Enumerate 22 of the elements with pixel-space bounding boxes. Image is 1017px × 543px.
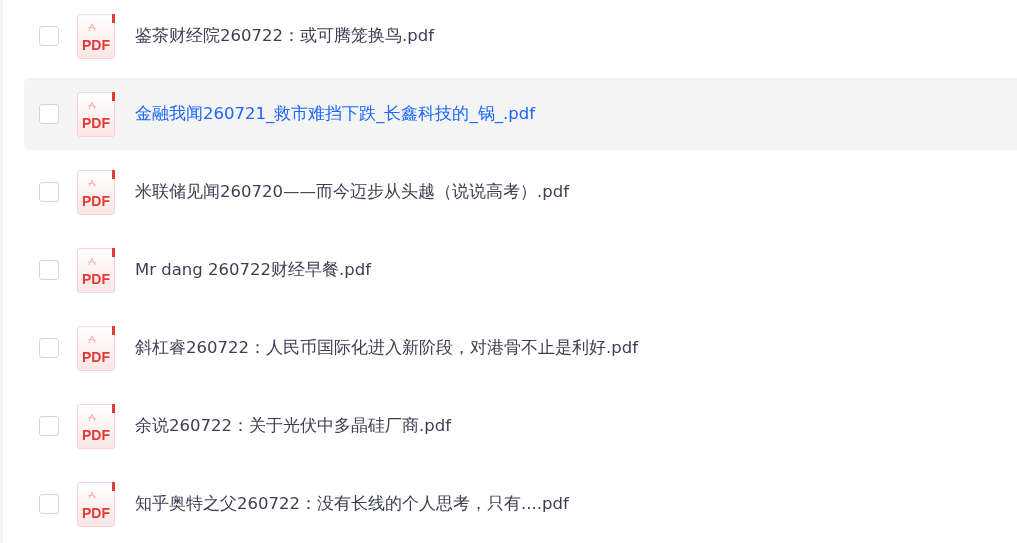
file-name-link[interactable]: 知乎奥特之父260722：没有长线的个人思考，只有....pdf	[135, 493, 569, 515]
pdf-file-icon: PDF	[77, 325, 115, 371]
checkbox[interactable]	[39, 260, 59, 280]
pdf-file-icon: PDF	[77, 247, 115, 293]
checkbox[interactable]	[39, 338, 59, 358]
file-name-link[interactable]: 斜杠睿260722：人民币国际化进入新阶段，对港骨不止是利好.pdf	[135, 337, 638, 359]
file-name-link[interactable]: Mr dang 260722财经早餐.pdf	[135, 259, 371, 281]
pdf-file-icon: PDF	[77, 91, 115, 137]
checkbox[interactable]	[39, 26, 59, 46]
file-name-link[interactable]: 金融我闻260721_救市难挡下跌_长鑫科技的_锅_.pdf	[135, 103, 535, 125]
checkbox[interactable]	[39, 416, 59, 436]
pdf-file-icon: PDF	[77, 169, 115, 215]
checkbox[interactable]	[39, 104, 59, 124]
pdf-file-icon: PDF	[77, 481, 115, 527]
file-row[interactable]: PDF 金融我闻260721_救市难挡下跌_长鑫科技的_锅_.pdf	[24, 78, 1017, 150]
checkbox[interactable]	[39, 182, 59, 202]
file-name-link[interactable]: 余说260722：关于光伏中多晶硅厂商.pdf	[135, 415, 451, 437]
file-name-link[interactable]: 鉴茶财经院260722：或可腾笼换鸟.pdf	[135, 25, 434, 47]
checkbox[interactable]	[39, 494, 59, 514]
pdf-file-icon: PDF	[77, 403, 115, 449]
file-name-link[interactable]: 米联储见闻260720——而今迈步从头越（说说高考）.pdf	[135, 181, 569, 203]
pdf-file-icon: PDF	[77, 13, 115, 59]
